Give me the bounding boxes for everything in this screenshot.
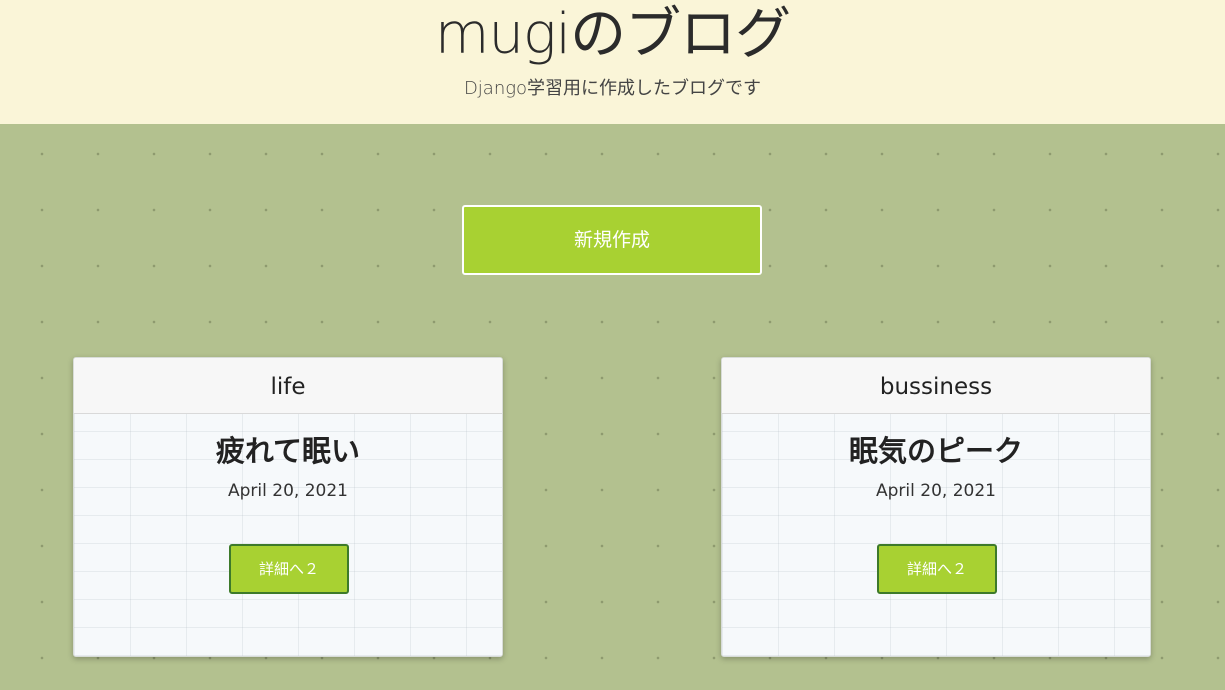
detail-button[interactable]: 詳細へ２ — [877, 544, 997, 594]
card-category: bussiness — [722, 358, 1150, 414]
card-body: 疲れて眠い April 20, 2021 詳細へ２ — [74, 414, 502, 656]
site-subtitle: Django学習用に作成したブログです — [463, 78, 762, 99]
card-body: 眠気のピーク April 20, 2021 詳細へ２ — [722, 414, 1150, 656]
site-header: mugiのブログ Django学習用に作成したブログです — [0, 0, 1225, 124]
site-title[interactable]: mugiのブログ — [0, 2, 1225, 68]
main-content: 新規作成 life 疲れて眠い April 20, 2021 詳細へ２ buss… — [0, 124, 1225, 690]
post-title: 眠気のピーク — [848, 434, 1023, 468]
post-card: life 疲れて眠い April 20, 2021 詳細へ２ — [73, 357, 503, 657]
card-category: life — [74, 358, 502, 414]
post-card: bussiness 眠気のピーク April 20, 2021 詳細へ２ — [721, 357, 1151, 657]
detail-button[interactable]: 詳細へ２ — [229, 544, 349, 594]
post-date: April 20, 2021 — [876, 481, 996, 501]
post-date: April 20, 2021 — [228, 481, 348, 501]
post-title: 疲れて眠い — [215, 434, 361, 468]
new-post-button[interactable]: 新規作成 — [462, 205, 762, 275]
